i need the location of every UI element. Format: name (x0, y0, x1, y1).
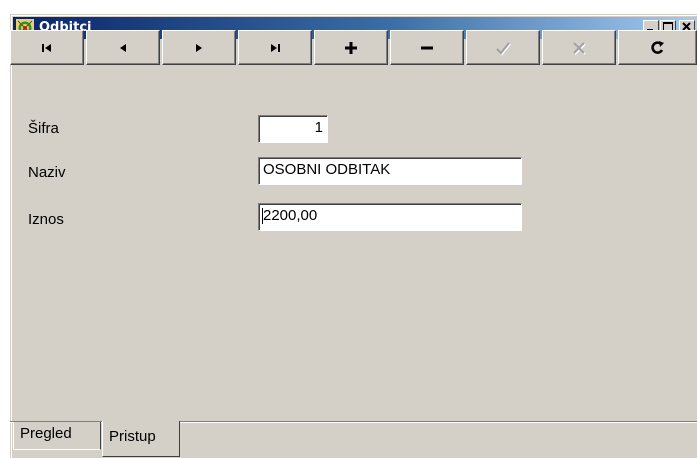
prior-record-button[interactable] (86, 30, 160, 65)
prior-icon (120, 43, 126, 52)
last-record-button[interactable] (238, 30, 312, 65)
first-record-button[interactable] (10, 30, 84, 65)
tab-pristup[interactable]: Pristup (102, 421, 180, 457)
first-icon (42, 43, 51, 52)
naziv-value: OSOBNI ODBITAK (263, 161, 391, 178)
insert-record-button[interactable] (314, 30, 388, 65)
refresh-icon (650, 40, 664, 54)
check-icon (496, 41, 511, 55)
plus-icon (345, 41, 357, 54)
tab-pregled[interactable]: Pregled (13, 422, 101, 450)
cancel-edit-button[interactable] (542, 30, 616, 65)
iznos-label: Iznos (28, 211, 64, 228)
tab-pregled-label: Pregled (20, 425, 72, 442)
iznos-field[interactable]: 2200,00 (258, 203, 522, 231)
naziv-label: Naziv (28, 164, 66, 181)
sifra-field[interactable]: 1 (258, 115, 328, 143)
tab-pristup-label: Pristup (109, 428, 156, 445)
minus-icon (421, 46, 433, 49)
cancel-icon (573, 41, 586, 55)
db-navigator (10, 30, 697, 66)
sifra-label: Šifra (28, 120, 59, 137)
odbitci-window (10, 14, 697, 458)
naziv-field[interactable]: OSOBNI ODBITAK (258, 157, 522, 185)
last-icon (271, 43, 280, 52)
next-icon (196, 43, 202, 52)
sifra-value: 1 (314, 119, 323, 136)
refresh-data-button[interactable] (618, 30, 697, 65)
iznos-value: 2200,00 (263, 207, 318, 224)
delete-record-button[interactable] (390, 30, 464, 65)
next-record-button[interactable] (162, 30, 236, 65)
post-edit-button[interactable] (466, 30, 540, 65)
